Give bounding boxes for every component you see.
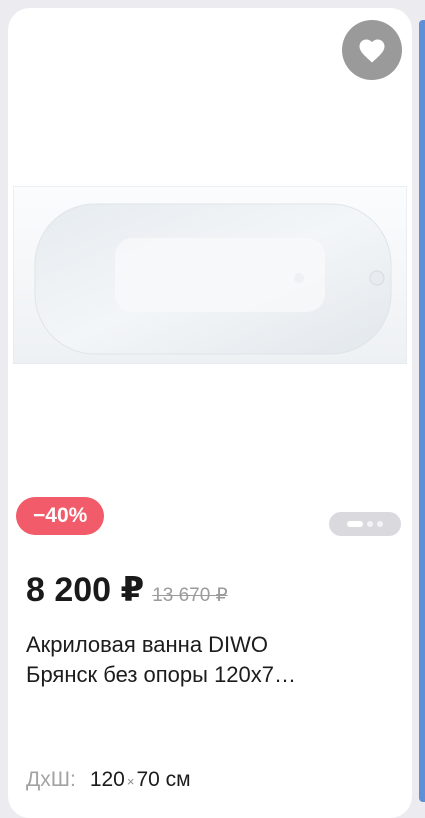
dimensions-width: 70 см	[136, 768, 191, 791]
gallery-dot-active	[347, 521, 363, 527]
product-title-line-2: Брянск без опоры 120х7…	[26, 662, 297, 687]
gallery-dot	[377, 521, 383, 527]
dimensions-separator: ×	[126, 774, 135, 789]
discount-badge: −40%	[16, 497, 105, 535]
dimensions-length: 120	[89, 768, 125, 791]
product-title[interactable]: Акриловая ванна DIWO Брянск без опоры 12…	[26, 630, 406, 690]
dimensions-label: ДхШ:	[26, 768, 76, 791]
next-card-edge	[419, 20, 425, 802]
gallery-dot	[367, 521, 373, 527]
product-title-line-1: Акриловая ванна DIWO	[26, 632, 269, 657]
old-price: 13 670 ₽	[152, 585, 228, 606]
price-row: 8 200 ₽ 13 670 ₽	[26, 570, 228, 610]
current-price: 8 200 ₽	[26, 571, 145, 609]
favorite-button[interactable]	[342, 20, 402, 80]
bathtub-image[interactable]	[13, 186, 407, 364]
heart-icon	[359, 39, 385, 63]
product-card[interactable]: −40% 8 200 ₽ 13 670 ₽ Акриловая ванна DI…	[8, 8, 412, 818]
gallery-indicator[interactable]	[329, 512, 401, 536]
dimensions: ДхШ: 120 × 70 см	[26, 768, 191, 792]
